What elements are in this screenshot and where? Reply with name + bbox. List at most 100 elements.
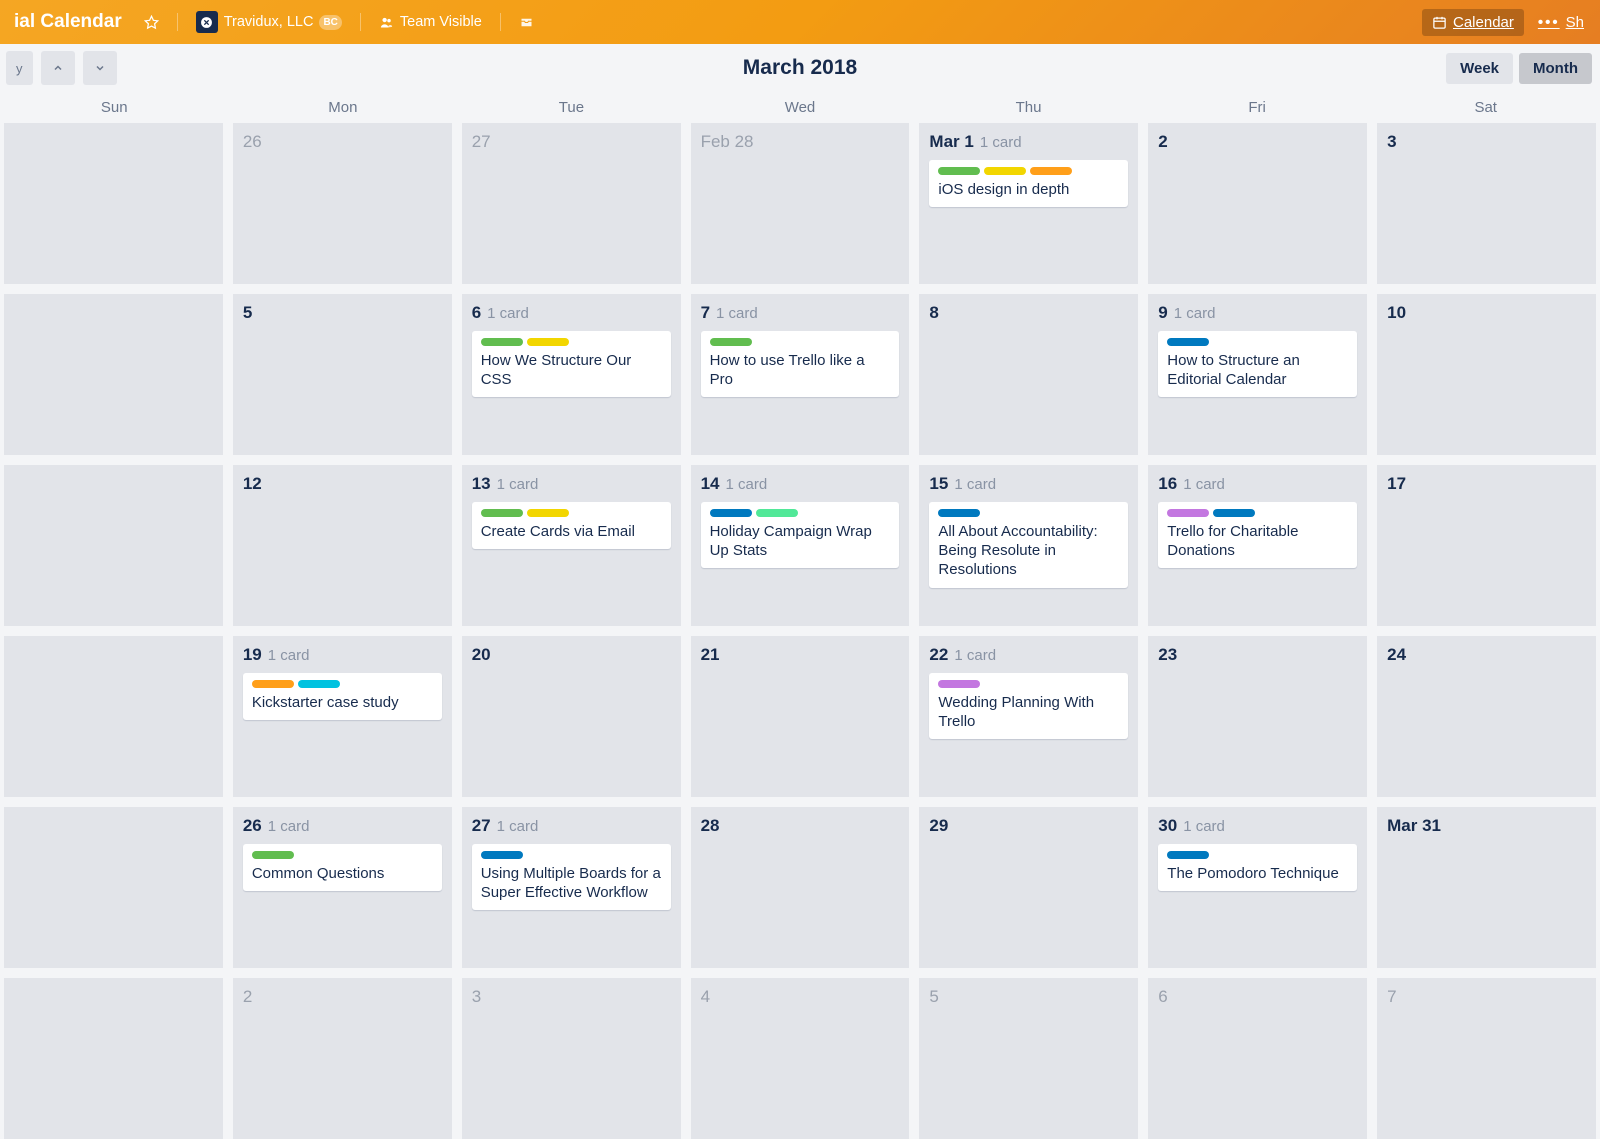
day-cell[interactable]: 28 (691, 807, 910, 968)
day-head: 161 card (1158, 474, 1357, 494)
day-cell[interactable]: 5 (233, 294, 452, 455)
calendar-card[interactable]: How to use Trello like a Pro (701, 331, 900, 397)
calendar-card[interactable]: Common Questions (243, 844, 442, 891)
divider (360, 13, 361, 31)
day-cell[interactable] (4, 123, 223, 284)
card-title: iOS design in depth (938, 180, 1119, 199)
day-cell[interactable]: 8 (919, 294, 1138, 455)
card-title: How to use Trello like a Pro (710, 351, 891, 389)
show-menu-button[interactable]: ••• Sh (1530, 9, 1592, 36)
card-count: 1 card (980, 134, 1022, 151)
day-cell[interactable]: 4 (691, 978, 910, 1139)
card-title: The Pomodoro Technique (1167, 864, 1348, 883)
day-cell[interactable]: 6 (1148, 978, 1367, 1139)
prev-button[interactable] (41, 51, 75, 85)
day-cell[interactable]: 26 (233, 123, 452, 284)
day-cell[interactable]: 161 card Trello for Charitable Donations (1148, 465, 1367, 626)
day-cell[interactable]: 2 (1148, 123, 1367, 284)
calendar-card[interactable]: Holiday Campaign Wrap Up Stats (701, 502, 900, 568)
label-blue (710, 509, 752, 517)
day-number: Mar 31 (1387, 816, 1441, 836)
day-cell[interactable]: 20 (462, 636, 681, 797)
day-cell[interactable]: 151 card All About Accountability: Being … (919, 465, 1138, 626)
week-view-button[interactable]: Week (1446, 53, 1513, 84)
day-cell[interactable]: 23 (1148, 636, 1367, 797)
day-cell[interactable]: 7 (1377, 978, 1596, 1139)
day-cell[interactable]: 7 1 card How to use Trello like a Pro (691, 294, 910, 455)
day-number: 5 (929, 987, 938, 1007)
calendar-card[interactable]: Wedding Planning With Trello (929, 673, 1128, 739)
day-cell[interactable]: Feb 28 (691, 123, 910, 284)
nav-buttons: y (6, 51, 117, 85)
card-count: 1 card (716, 305, 758, 322)
calendar-label: Calendar (1453, 14, 1514, 31)
divider (177, 13, 178, 31)
calendar-card[interactable]: Using Multiple Boards for a Super Effect… (472, 844, 671, 910)
day-cell[interactable]: 2 (233, 978, 452, 1139)
star-button[interactable] (136, 11, 167, 34)
day-cell[interactable]: 61 cardHow We Structure Our CSS (462, 294, 681, 455)
day-number: 6 (1158, 987, 1167, 1007)
day-cell[interactable]: 191 cardKickstarter case study (233, 636, 452, 797)
day-cell[interactable] (4, 636, 223, 797)
day-cell[interactable]: Mar 11 cardiOS design in depth (919, 123, 1138, 284)
card-count: 1 card (1174, 305, 1216, 322)
day-head: 151 card (929, 474, 1128, 494)
day-head: 221 card (929, 645, 1128, 665)
day-number: 5 (243, 303, 252, 323)
day-cell[interactable]: 3 (462, 978, 681, 1139)
today-button[interactable]: y (6, 51, 33, 85)
day-cell[interactable] (4, 294, 223, 455)
next-button[interactable] (83, 51, 117, 85)
day-cell[interactable]: 21 (691, 636, 910, 797)
day-cell[interactable]: 131 cardCreate Cards via Email (462, 465, 681, 626)
divider (500, 13, 501, 31)
day-cell[interactable]: 17 (1377, 465, 1596, 626)
calendar-card[interactable]: All About Accountability: Being Resolute… (929, 502, 1128, 588)
day-cell[interactable] (4, 465, 223, 626)
day-cell[interactable] (4, 807, 223, 968)
team-button[interactable]: Travidux, LLC BC (188, 7, 350, 37)
visibility-button[interactable]: Team Visible (371, 10, 490, 34)
day-number: 3 (1387, 132, 1396, 152)
calendar-card[interactable]: How to Structure an Editorial Calendar (1158, 331, 1357, 397)
day-head: 5 (929, 987, 1128, 1007)
label-green (481, 338, 523, 346)
day-cell[interactable]: 5 (919, 978, 1138, 1139)
label-green (938, 167, 980, 175)
day-cell[interactable] (4, 978, 223, 1139)
day-head: 3 (472, 987, 671, 1007)
day-cell[interactable]: 301 cardThe Pomodoro Technique (1148, 807, 1367, 968)
day-cell[interactable]: Mar 31 (1377, 807, 1596, 968)
day-number: 19 (243, 645, 262, 665)
day-number: 7 (701, 303, 710, 323)
day-cell[interactable]: 141 cardHoliday Campaign Wrap Up Stats (691, 465, 910, 626)
day-number: 7 (1387, 987, 1396, 1007)
day-cell[interactable]: 261 cardCommon Questions (233, 807, 452, 968)
day-cell[interactable]: 24 (1377, 636, 1596, 797)
day-cell[interactable]: 10 (1377, 294, 1596, 455)
day-cell[interactable]: 221 card Wedding Planning With Trello (919, 636, 1138, 797)
calendar-card[interactable]: iOS design in depth (929, 160, 1128, 207)
card-count: 1 card (487, 305, 529, 322)
day-cell[interactable]: 29 (919, 807, 1138, 968)
calendar-card[interactable]: Trello for Charitable Donations (1158, 502, 1357, 568)
day-cell[interactable]: 91 card How to Structure an Editorial Cal… (1148, 294, 1367, 455)
inbox-button[interactable] (511, 11, 542, 34)
day-cell[interactable]: 27 (462, 123, 681, 284)
day-cell[interactable]: 12 (233, 465, 452, 626)
month-view-button[interactable]: Month (1519, 53, 1592, 84)
day-head: 29 (929, 816, 1128, 836)
day-number: 8 (929, 303, 938, 323)
day-cell[interactable]: 3 (1377, 123, 1596, 284)
board-title[interactable]: ial Calendar (8, 11, 128, 33)
calendar-card[interactable]: How We Structure Our CSS (472, 331, 671, 397)
day-cell[interactable]: 271 cardUsing Multiple Boards for a Supe… (462, 807, 681, 968)
label-teal (756, 509, 798, 517)
calendar-card[interactable]: Kickstarter case study (243, 673, 442, 720)
day-head: 91 card (1158, 303, 1357, 323)
calendar-card[interactable]: Create Cards via Email (472, 502, 671, 549)
calendar-card[interactable]: The Pomodoro Technique (1158, 844, 1357, 891)
calendar-view-button[interactable]: Calendar (1422, 9, 1524, 36)
day-number: 15 (929, 474, 948, 494)
